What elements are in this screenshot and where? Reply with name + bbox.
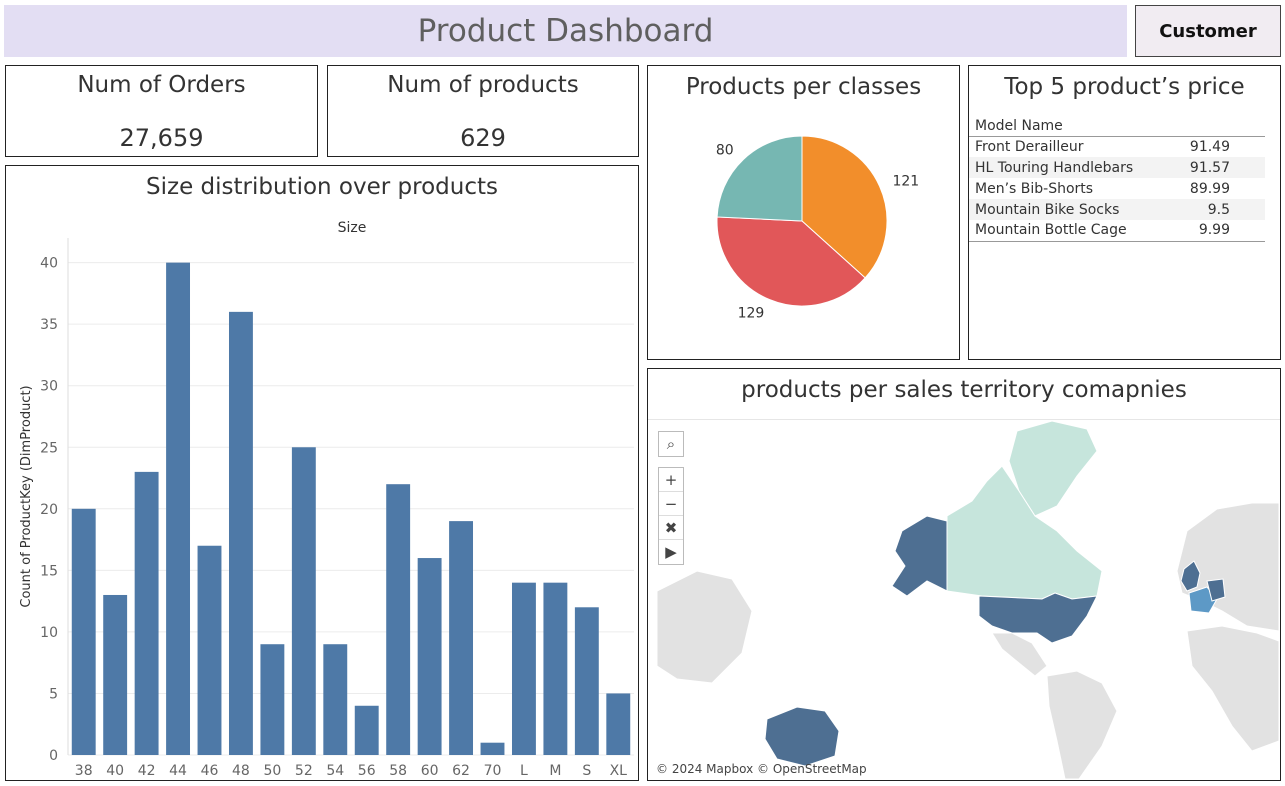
- kpi-orders-label: Num of Orders: [77, 72, 246, 98]
- model-name-header: Model Name: [969, 116, 1265, 137]
- bar[interactable]: [260, 644, 285, 755]
- table-row[interactable]: Front Derailleur 91.49: [969, 136, 1265, 157]
- y-tick-label: 10: [40, 625, 58, 641]
- bar[interactable]: [166, 262, 191, 755]
- y-tick-label: 20: [40, 502, 58, 518]
- zoom-in-icon[interactable]: +: [659, 468, 683, 492]
- bar[interactable]: [323, 644, 348, 755]
- kpi-orders-value: 27,659: [119, 124, 204, 152]
- x-tick-label: 58: [389, 763, 407, 779]
- x-tick-label: 62: [452, 763, 470, 779]
- bar[interactable]: [228, 311, 253, 755]
- top-price-table: Model Name Front Derailleur 91.49 HL Tour…: [969, 116, 1265, 242]
- pie-slice-label: 129: [738, 306, 765, 322]
- bar[interactable]: [103, 594, 128, 755]
- x-tick-label: 54: [326, 763, 344, 779]
- australia-shape: [764, 706, 840, 767]
- product-name: Front Derailleur: [975, 138, 1084, 155]
- x-tick-label: 56: [358, 763, 376, 779]
- bar[interactable]: [449, 521, 474, 755]
- bar[interactable]: [71, 508, 96, 755]
- x-tick-label: S: [582, 763, 591, 779]
- bar[interactable]: [417, 558, 442, 755]
- x-tick-label: 38: [75, 763, 93, 779]
- y-tick-label: 15: [40, 563, 58, 579]
- product-price: 91.57: [1169, 157, 1265, 178]
- y-tick-label: 5: [49, 686, 58, 702]
- zoom-out-icon[interactable]: −: [659, 492, 683, 516]
- unpin-icon[interactable]: ✖: [659, 516, 683, 540]
- x-tick-label: 60: [421, 763, 439, 779]
- x-tick-label: 44: [169, 763, 187, 779]
- bar[interactable]: [574, 607, 599, 755]
- bar-chart-panel: Size distribution over products Size Coun…: [5, 165, 639, 781]
- kpi-products-value: 629: [460, 124, 506, 152]
- territory-map[interactable]: [657, 421, 1279, 779]
- map-panel: products per sales territory comapnies ⌕: [647, 368, 1281, 781]
- dashboard-title: Product Dashboard: [417, 13, 714, 49]
- x-tick-label: 52: [295, 763, 313, 779]
- top-price-title: Top 5 product’s price: [1004, 74, 1245, 100]
- x-tick-label: L: [520, 763, 528, 779]
- y-tick-label: 30: [40, 379, 58, 395]
- bar[interactable]: [511, 582, 536, 755]
- product-price: 9.99: [1169, 220, 1265, 242]
- bar-chart[interactable]: Size Count of ProductKey (DimProduct) 0 5 10…: [6, 166, 638, 780]
- product-name: Men’s Bib-Shorts: [975, 180, 1094, 197]
- map-background: [657, 421, 1279, 779]
- map-attribution: © 2024 Mapbox © OpenStreetMap: [656, 762, 867, 776]
- y-tick-label: 0: [49, 748, 58, 764]
- bar[interactable]: [291, 447, 316, 755]
- x-axis-label: Size: [338, 220, 367, 236]
- y-tick-label: 25: [40, 440, 58, 456]
- bar[interactable]: [354, 705, 379, 755]
- x-tick-label: 46: [201, 763, 219, 779]
- map-divider: [648, 419, 1280, 420]
- x-tick-label: 40: [106, 763, 124, 779]
- bar[interactable]: [134, 471, 159, 755]
- product-price: 91.49: [1189, 138, 1230, 155]
- x-tick-label: 50: [263, 763, 281, 779]
- top-price-panel: Top 5 product’s price Model Name Front D…: [968, 65, 1281, 360]
- table-row[interactable]: Mountain Bike Socks 9.5: [969, 199, 1265, 220]
- bar[interactable]: [480, 742, 505, 755]
- product-price: 89.99: [1189, 180, 1230, 197]
- bar[interactable]: [543, 582, 568, 755]
- kpi-products-card: Num of products 629: [327, 65, 639, 157]
- pie-slice-label: 80: [716, 142, 734, 158]
- pie-chart[interactable]: 121 129 80: [648, 66, 959, 359]
- product-name: Mountain Bike Socks: [969, 199, 1170, 220]
- bar[interactable]: [197, 545, 222, 755]
- kpi-products-label: Num of products: [387, 72, 579, 98]
- x-tick-label: 42: [138, 763, 156, 779]
- bar[interactable]: [606, 693, 631, 755]
- map-toolbar: + − ✖ ▶: [658, 467, 684, 565]
- customer-button[interactable]: Customer: [1135, 5, 1281, 57]
- table-row[interactable]: Mountain Bottle Cage 9.99: [969, 220, 1265, 242]
- product-name: Mountain Bottle Cage: [969, 220, 1170, 242]
- kpi-orders-card: Num of Orders 27,659: [5, 65, 318, 157]
- table-row[interactable]: Men’s Bib-Shorts 89.99: [969, 178, 1265, 199]
- pie-chart-panel: Products per classes 121 129 80: [647, 65, 960, 360]
- pie-slice-label: 121: [892, 174, 919, 190]
- map-search-control[interactable]: ⌕: [658, 431, 684, 457]
- x-tick-label: M: [549, 763, 561, 779]
- product-price: 9.5: [1169, 199, 1265, 220]
- play-icon[interactable]: ▶: [659, 540, 683, 564]
- x-tick-label: 70: [484, 763, 502, 779]
- dashboard-title-bar: Product Dashboard: [4, 5, 1127, 57]
- x-tick-label: XL: [610, 763, 628, 779]
- bar[interactable]: [386, 484, 411, 755]
- y-axis-label: Count of ProductKey (DimProduct): [19, 385, 34, 607]
- y-tick-label: 35: [40, 317, 58, 333]
- x-tick-label: 48: [232, 763, 250, 779]
- map-search-icon[interactable]: ⌕: [659, 432, 683, 456]
- map-title: products per sales territory comapnies: [741, 377, 1187, 403]
- y-tick-label: 40: [40, 256, 58, 272]
- table-row[interactable]: HL Touring Handlebars 91.57: [969, 157, 1265, 178]
- product-name: HL Touring Handlebars: [969, 157, 1170, 178]
